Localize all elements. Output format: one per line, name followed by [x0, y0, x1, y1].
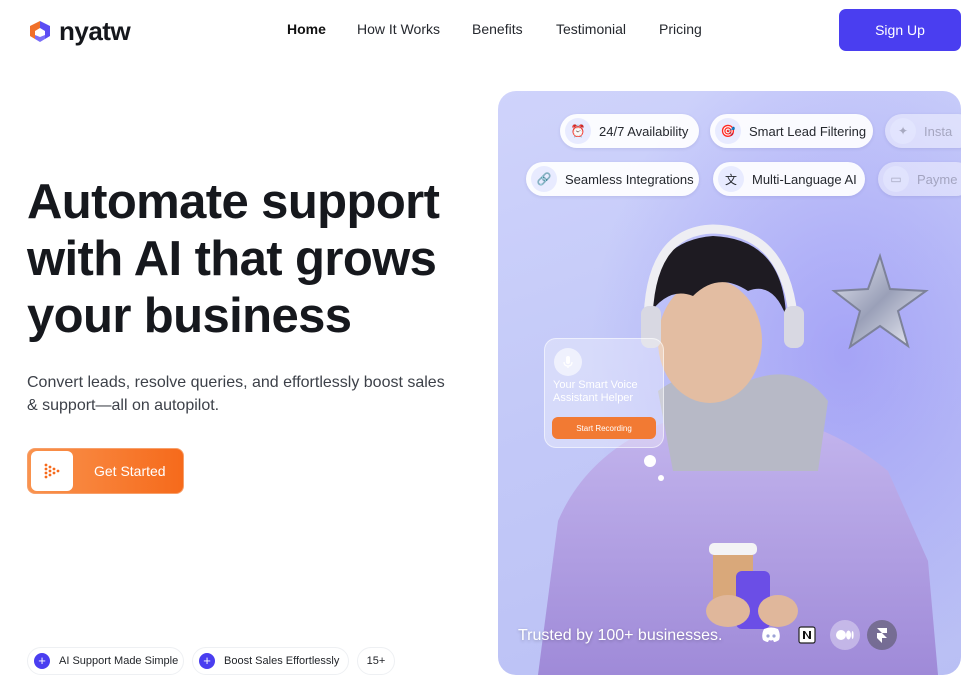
discord-icon — [756, 620, 786, 650]
hero-headline: Automate support with AI that grows your… — [27, 175, 440, 343]
hero-visual-card: ⏰ 24/7 Availability 🎯 Smart Lead Filteri… — [498, 91, 961, 675]
chip-payments: ▭ Payme — [878, 162, 961, 196]
nav-links: Home How It Works Benefits Testimonial P… — [0, 21, 980, 41]
nav-link-how-it-works[interactable]: How It Works — [357, 21, 440, 37]
feature-pill-count: 15+ — [357, 647, 395, 675]
hero-subhead: Convert leads, resolve queries, and effo… — [27, 374, 445, 414]
start-recording-button[interactable]: Start Recording — [552, 417, 656, 439]
feature-label: Boost Sales Effortlessly — [224, 655, 340, 667]
chip-label: Payme — [917, 171, 958, 187]
sparkle-icon: ✦ — [890, 118, 916, 144]
chip-24-7-availability: ⏰ 24/7 Availability — [560, 114, 699, 148]
plus-icon: + — [199, 653, 215, 669]
arrow-dots-icon — [31, 451, 73, 491]
medium-icon — [830, 620, 860, 650]
notion-icon — [792, 620, 822, 650]
chip-instant: ✦ Insta — [885, 114, 961, 148]
chip-label: Multi-Language AI — [752, 171, 857, 187]
nav-link-home[interactable]: Home — [287, 21, 326, 37]
plus-icon: + — [34, 653, 50, 669]
microphone-icon — [554, 348, 582, 376]
nav-link-benefits[interactable]: Benefits — [472, 21, 523, 37]
chip-label: Seamless Integrations — [565, 171, 694, 187]
feature-label: AI Support Made Simple — [59, 655, 179, 667]
framer-icon — [867, 620, 897, 650]
chip-label: Smart Lead Filtering — [749, 123, 867, 139]
feature-count: 15+ — [366, 655, 386, 667]
trusted-text: Trusted by 100+ businesses. — [518, 627, 723, 644]
voice-assistant-card: Your Smart Voice Assistant Helper Start … — [544, 338, 664, 448]
get-started-button[interactable]: Get Started — [27, 448, 184, 494]
chip-label: 24/7 Availability — [599, 123, 689, 139]
translate-icon: 文 — [718, 166, 744, 192]
card-icon: ▭ — [883, 166, 909, 192]
chip-seamless-integrations: 🔗 Seamless Integrations — [526, 162, 699, 196]
nav-link-pricing[interactable]: Pricing — [659, 21, 702, 37]
chip-smart-lead-filtering: 🎯 Smart Lead Filtering — [710, 114, 873, 148]
alarm-clock-icon: ⏰ — [565, 118, 591, 144]
chip-multi-language-ai: 文 Multi-Language AI — [713, 162, 865, 196]
link-icon: 🔗 — [531, 166, 557, 192]
sign-up-button[interactable]: Sign Up — [839, 9, 961, 51]
feature-pill-ai-support: + AI Support Made Simple — [27, 647, 184, 675]
get-started-label: Get Started — [94, 463, 166, 479]
feature-pill-boost-sales: + Boost Sales Effortlessly — [192, 647, 349, 675]
chip-label: Insta — [924, 123, 953, 139]
top-navigation: nyatw Home How It Works Benefits Testimo… — [0, 0, 980, 64]
target-icon: 🎯 — [715, 118, 741, 144]
voice-assistant-title: Your Smart Voice Assistant Helper — [553, 379, 638, 404]
nav-link-testimonial[interactable]: Testimonial — [556, 21, 626, 37]
